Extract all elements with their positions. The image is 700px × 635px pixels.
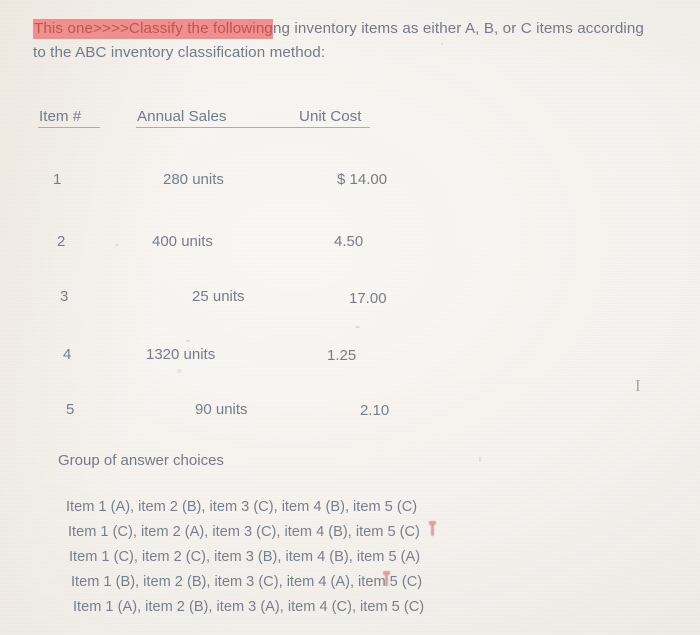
table-row: $ 14.00 (337, 171, 388, 188)
answer-choice-2[interactable]: Item 1 (C), item 2 (A), item 3 (C), item… (68, 524, 420, 540)
table-row: 3 (60, 288, 69, 305)
photo-speck (186, 340, 190, 342)
header-rule-unit-cost (298, 127, 370, 128)
photo-speck (355, 326, 360, 328)
header-rule-annual-sales (136, 127, 299, 128)
answer-choice-1[interactable]: Item 1 (A), item 2 (B), item 3 (C), item… (66, 499, 417, 515)
photo-speck (177, 369, 182, 373)
table-row: 90 units (195, 401, 248, 418)
table-row: 280 units (163, 171, 224, 188)
table-header-annual-sales: Annual Sales (137, 108, 227, 125)
table-row: 1320 units (146, 346, 216, 363)
text-cursor-icon: I (635, 376, 641, 395)
table-row: 1 (53, 171, 62, 188)
table-row: 400 units (152, 233, 213, 250)
photo-speck (334, 19, 336, 23)
table-row: 2 (57, 233, 66, 250)
answer-choice-4[interactable]: Item 1 (B), item 2 (B), item 3 (C), item… (71, 574, 422, 590)
table-row: 25 units (192, 288, 245, 305)
answer-choices-label: Group of answer choices (58, 452, 224, 469)
photo-speck (115, 244, 118, 246)
header-rule-item (38, 127, 100, 128)
photo-speck (441, 43, 443, 45)
photo-speck (479, 457, 481, 462)
table-row: 17.00 (349, 290, 387, 307)
table-row: 5 (66, 401, 75, 418)
pink-caret-artifact-icon (383, 571, 390, 586)
table-row: 4.50 (334, 233, 364, 250)
table-row: 4 (63, 346, 72, 363)
table-header-unit-cost: Unit Cost (299, 108, 362, 125)
pink-caret-artifact-icon (429, 521, 436, 536)
answer-choice-5[interactable]: Item 1 (A), item 2 (B), item 3 (A), item… (73, 599, 424, 615)
table-row: 1.25 (327, 347, 357, 364)
answer-choice-3[interactable]: Item 1 (C), item 2 (C), item 3 (B), item… (69, 549, 420, 565)
document-photo-page: This one>>>>Classify the followingng inv… (0, 0, 700, 635)
table-row: 2.10 (360, 402, 390, 419)
table-header-item: Item # (39, 108, 82, 125)
